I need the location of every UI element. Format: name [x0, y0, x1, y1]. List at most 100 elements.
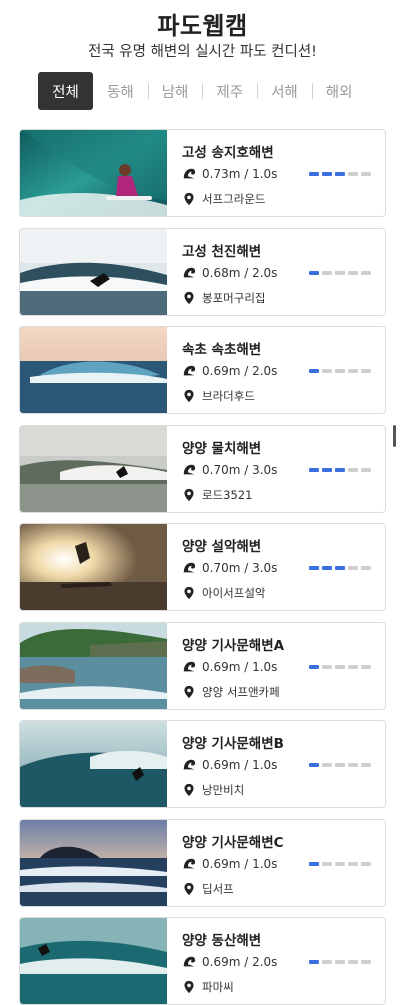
beach-webcam-thumbnail	[20, 622, 167, 709]
region-tabs: 전체 동해 남해 제주 서해 해외	[38, 72, 366, 110]
beach-card[interactable]: 양양 설악해변 0.70m / 3.0s 아이서프설악	[19, 523, 386, 611]
location-pin-icon	[182, 192, 196, 206]
scrollbar-thumb[interactable]	[393, 425, 396, 447]
wave-level-bar	[309, 369, 319, 373]
beach-name: 양양 기사문해변C	[182, 834, 284, 851]
tab-overseas[interactable]: 해외	[311, 72, 367, 110]
wave-level-bar	[348, 467, 358, 472]
surf-shop-name: 봉포머구리집	[202, 290, 266, 305]
beach-card[interactable]: 양양 기사문해변C 0.69m / 1.0s 딥서프	[19, 818, 386, 907]
wave-level-bar	[361, 467, 371, 472]
location-pin-icon	[182, 586, 196, 600]
wave-level-bar	[348, 369, 358, 373]
wave-level-bar	[335, 270, 345, 275]
wave-level-bar	[322, 467, 332, 472]
beach-name: 고성 천진해변	[182, 243, 262, 260]
wave-level-bar	[361, 270, 371, 275]
tab-west-sea[interactable]: 서해	[257, 72, 312, 110]
wave-icon	[182, 364, 196, 378]
wave-level-bar	[335, 763, 345, 767]
wave-level-bar	[322, 172, 332, 176]
wave-level-bar	[335, 566, 345, 570]
location-pin-icon	[182, 882, 196, 896]
wave-level-bars	[306, 960, 371, 964]
wave-condition: 0.69m / 1.0s	[202, 856, 278, 871]
wave-level-bars	[306, 467, 371, 472]
surf-shop-name: 딥서프	[202, 881, 234, 896]
location-pin-icon	[182, 980, 196, 994]
beach-webcam-thumbnail	[20, 918, 167, 1004]
wave-level-bar	[309, 664, 319, 669]
tab-south-sea[interactable]: 남해	[147, 72, 203, 110]
beach-name: 양양 동산해변	[182, 933, 262, 949]
beach-card[interactable]: 양양 동산해변 0.69m / 2.0s 파마씨	[19, 917, 386, 1005]
wave-icon	[182, 266, 196, 280]
beach-card[interactable]: 고성 송지호해변 0.73m / 1.0s 서프그라운드	[19, 129, 386, 217]
wave-level-bar	[309, 861, 319, 866]
wave-level-bars	[306, 270, 371, 275]
beach-name: 양양 설악해변	[182, 539, 262, 555]
wave-level-bar	[322, 369, 332, 373]
surf-shop-name: 아이서프설악	[202, 586, 266, 600]
wave-level-bar	[309, 566, 319, 570]
page-subtitle: 전국 유명 해변의 실시간 파도 컨디션!	[88, 44, 317, 60]
wave-icon	[182, 660, 196, 674]
wave-level-bar	[348, 763, 358, 767]
beach-webcam-thumbnail	[20, 425, 167, 512]
wave-level-bar	[335, 467, 345, 472]
surf-shop-name: 낭만비치	[202, 783, 245, 797]
wave-level-bar	[309, 270, 319, 275]
wave-level-bar	[348, 664, 358, 669]
wave-level-bar	[322, 270, 332, 275]
wave-level-bar	[361, 369, 371, 373]
wave-level-bar	[322, 960, 332, 964]
beach-webcam-thumbnail	[20, 524, 167, 610]
surf-shop-name: 파마씨	[202, 980, 234, 994]
beach-webcam-thumbnail	[20, 228, 167, 315]
wave-condition: 0.69m / 1.0s	[202, 659, 278, 674]
wave-level-bar	[309, 763, 319, 767]
wave-icon	[182, 463, 196, 477]
wave-icon	[182, 857, 196, 871]
location-pin-icon	[182, 389, 196, 403]
wave-level-bars	[306, 172, 371, 176]
wave-level-bar	[322, 861, 332, 866]
location-pin-icon	[182, 291, 196, 305]
wave-icon	[182, 561, 196, 575]
beach-card[interactable]: 양양 기사문해변A 0.69m / 1.0s 양양 서프앤카페	[19, 621, 386, 710]
wave-level-bar	[361, 960, 371, 964]
wave-level-bars	[306, 763, 371, 767]
wave-icon	[182, 758, 196, 772]
wave-condition: 0.68m / 2.0s	[202, 265, 278, 280]
tab-all[interactable]: 전체	[38, 72, 93, 110]
wave-level-bar	[361, 566, 371, 570]
tab-east-sea[interactable]: 동해	[93, 72, 148, 110]
wave-level-bar	[348, 861, 358, 866]
wave-level-bar	[322, 566, 332, 570]
tab-jeju[interactable]: 제주	[202, 72, 257, 110]
wave-level-bar	[335, 960, 345, 964]
wave-level-bar	[361, 861, 371, 866]
wave-condition: 0.70m / 3.0s	[202, 561, 278, 575]
beach-name: 양양 물치해변	[182, 440, 262, 457]
wave-level-bar	[335, 861, 345, 866]
wave-level-bar	[309, 172, 319, 176]
wave-level-bars	[306, 664, 371, 669]
wave-level-bar	[348, 172, 358, 176]
surf-shop-name: 양양 서프앤카페	[202, 684, 280, 699]
wave-level-bar	[335, 369, 345, 373]
beach-card[interactable]: 양양 기사문해변B 0.69m / 1.0s 낭만비치	[19, 720, 386, 808]
beach-card[interactable]: 고성 천진해변 0.68m / 2.0s 봉포머구리집	[19, 227, 386, 316]
beach-card[interactable]: 양양 물치해변 0.70m / 3.0s 로드3521	[19, 424, 386, 513]
wave-condition: 0.69m / 1.0s	[202, 758, 278, 772]
page-title: 파도웹캠	[157, 12, 248, 40]
beach-webcam-thumbnail	[20, 327, 167, 413]
beach-webcam-thumbnail	[20, 721, 167, 807]
wave-condition: 0.69m / 2.0s	[202, 955, 278, 969]
beach-card[interactable]: 속초 속초해변 0.69m / 2.0s 브라더후드	[19, 326, 386, 414]
wave-level-bar	[361, 664, 371, 669]
beach-name: 양양 기사문해변A	[182, 637, 285, 654]
beach-name: 양양 기사문해변B	[182, 736, 284, 752]
location-pin-icon	[182, 783, 196, 797]
wave-level-bars	[306, 861, 371, 866]
